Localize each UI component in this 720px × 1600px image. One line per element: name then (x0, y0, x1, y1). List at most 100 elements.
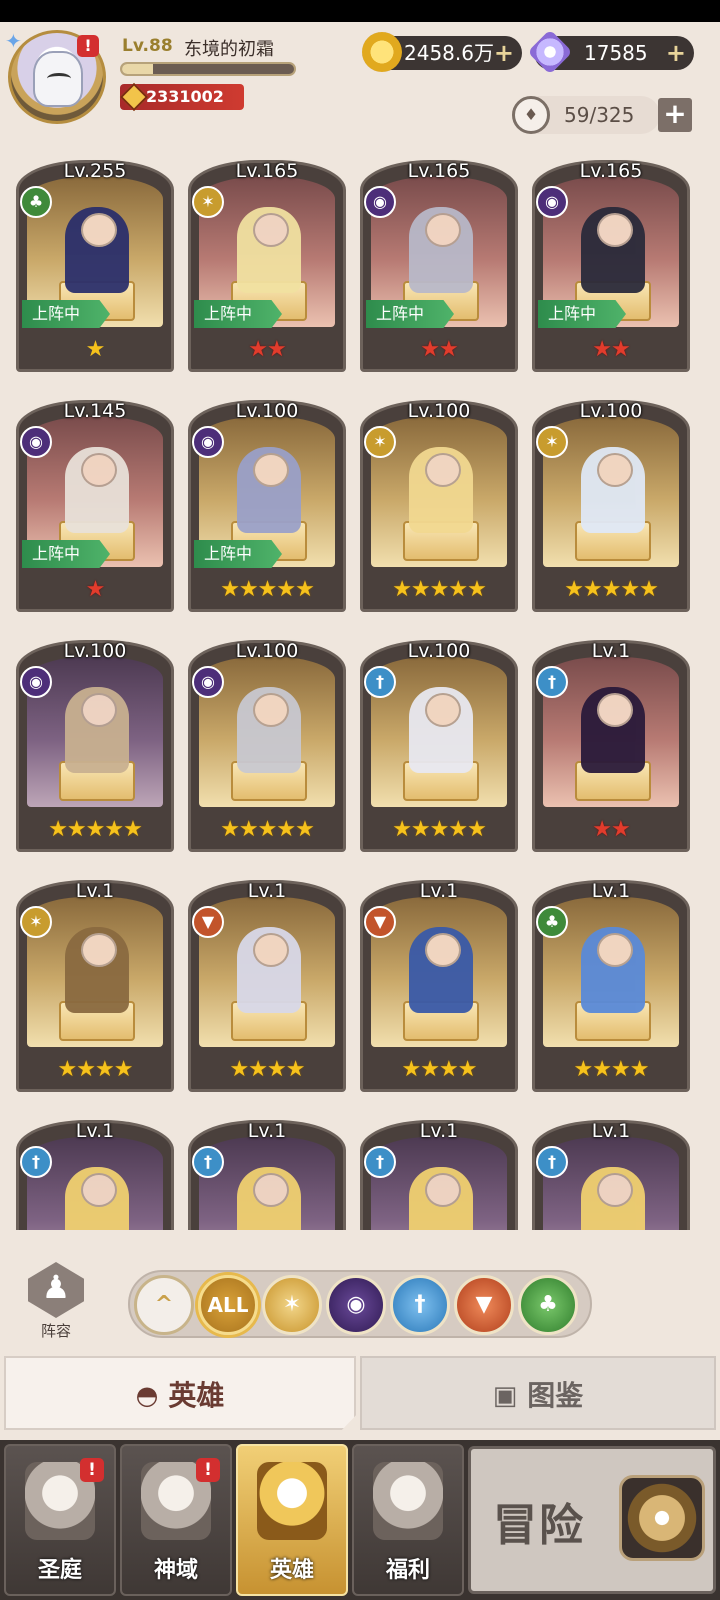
hero-card[interactable]: Lv.1 † (16, 1110, 174, 1230)
nav-sanctuary-label: 圣庭 (37, 1558, 82, 1583)
knight-helmet-icon (257, 1462, 327, 1540)
hero-card[interactable]: Lv.100 ◉ 上阵中 ★★★★★ (188, 390, 346, 612)
hero-level: Lv.165 (579, 160, 643, 182)
hero-card[interactable]: Lv.1 ♣ ★★★★ (532, 870, 690, 1092)
hero-star-rating: ★★ (420, 337, 458, 362)
tab-codex[interactable]: ▣ 图鉴 (360, 1356, 716, 1430)
hero-card[interactable]: Lv.255 ♣ 上阵中 ★ (16, 150, 174, 372)
hero-card[interactable]: Lv.100 † ★★★★★ (360, 630, 518, 852)
deployed-badge: 上阵中 (22, 300, 110, 328)
chess-pawn-icon (28, 1262, 84, 1318)
dark-eye-icon: ◉ (20, 426, 52, 458)
nav-heroes[interactable]: 英雄 (236, 1444, 348, 1596)
deployed-badge: 上阵中 (22, 540, 110, 568)
book-star-icon: ▣ (492, 1381, 518, 1411)
tab-heroes[interactable]: ◓ 英雄 (4, 1356, 356, 1430)
hero-star-rating: ★★ (592, 817, 630, 842)
hero-card[interactable]: Lv.165 ◉ 上阵中 ★★ (532, 150, 690, 372)
deployed-badge: 上阵中 (538, 300, 626, 328)
deployed-badge: 上阵中 (194, 300, 282, 328)
hero-card[interactable]: Lv.1 ▼ ★★★★ (360, 870, 518, 1092)
hero-level: Lv.1 (419, 1120, 459, 1142)
gold-currency[interactable]: 2458.6万 + (362, 32, 522, 72)
hero-sprite (237, 207, 301, 293)
filter-beast-icon[interactable]: ▼ (454, 1275, 514, 1335)
hero-card[interactable]: Lv.100 ◉ ★★★★★ (16, 630, 174, 852)
hero-star-rating: ★★★★ (401, 1057, 478, 1082)
hero-card[interactable]: Lv.1 † (532, 1110, 690, 1230)
hero-level: Lv.165 (407, 160, 471, 182)
hero-sprite (65, 927, 129, 1013)
hero-sprite (65, 1167, 129, 1230)
filter-all-button[interactable]: ALL (198, 1275, 258, 1335)
holy-star-icon: ✶ (536, 426, 568, 458)
combat-power: 2331002 (119, 82, 244, 112)
gold-amount: 2458.6万 (404, 41, 494, 65)
expand-capacity-button[interactable]: + (658, 98, 692, 132)
nav-welfare-label: 福利 (385, 1558, 430, 1583)
hero-sprite (409, 207, 473, 293)
ice-sword-icon: † (536, 1146, 568, 1178)
tab-codex-label: 图鉴 (527, 1379, 584, 1412)
hero-card[interactable]: Lv.100 ✶ ★★★★★ (360, 390, 518, 612)
gem-amount: 17585 (584, 41, 648, 65)
gem-currency[interactable]: 17585 + (527, 29, 694, 75)
filter-dark-icon[interactable]: ◉ (326, 1275, 386, 1335)
power-icon (119, 82, 149, 112)
hero-star-rating: ★★★★★ (220, 577, 315, 602)
team-formation-label: 阵容 (40, 1322, 71, 1340)
hero-level: Lv.1 (419, 880, 459, 902)
hero-card[interactable]: Lv.1 † (188, 1110, 346, 1230)
hero-sprite (409, 1167, 473, 1230)
ice-sword-icon: † (536, 666, 568, 698)
avatar-portrait (33, 51, 83, 107)
hero-card[interactable]: Lv.1 † (360, 1110, 518, 1230)
hero-star-rating: ★ (85, 337, 106, 362)
hero-level: Lv.1 (247, 880, 287, 902)
player-avatar[interactable]: ✦ ! (5, 29, 106, 124)
hero-card[interactable]: Lv.1 † ★★ (532, 630, 690, 852)
nav-welfare[interactable]: 福利 (352, 1444, 464, 1596)
hero-card[interactable]: Lv.1 ▼ ★★★★ (188, 870, 346, 1092)
compass-icon (619, 1475, 705, 1561)
add-gem-button[interactable]: + (666, 36, 686, 70)
hero-capacity: ♦ 59/325 (512, 96, 660, 134)
holy-star-icon: ✶ (20, 906, 52, 938)
filter-ice-icon[interactable]: † (390, 1275, 450, 1335)
hero-card[interactable]: Lv.165 ◉ 上阵中 ★★ (360, 150, 518, 372)
hero-card[interactable]: Lv.165 ✶ 上阵中 ★★ (188, 150, 346, 372)
adventure-label: 冒险 (493, 1500, 585, 1551)
deployed-badge: 上阵中 (194, 540, 282, 568)
tab-heroes-label: 英雄 (168, 1379, 225, 1412)
hero-card[interactable]: Lv.100 ✶ ★★★★★ (532, 390, 690, 612)
hero-star-rating: ★★★★★ (48, 817, 143, 842)
hero-card[interactable]: Lv.145 ◉ 上阵中 ★ (16, 390, 174, 612)
hero-level: Lv.1 (591, 640, 631, 662)
nav-heroes-label: 英雄 (269, 1558, 314, 1583)
hero-sprite (237, 1167, 301, 1230)
wing-icon: ✦ (5, 29, 22, 53)
beast-wolf-icon: ▼ (192, 906, 224, 938)
avatar-alert-badge: ! (77, 35, 99, 57)
hero-star-rating: ★★★★ (229, 1057, 306, 1082)
faction-filter-bar: ^ ALL ✶ ◉ † ▼ ♣ (128, 1270, 592, 1338)
hero-card[interactable]: Lv.1 ✶ ★★★★ (16, 870, 174, 1092)
hero-sprite (65, 207, 129, 293)
collapse-filter-button[interactable]: ^ (134, 1275, 194, 1335)
filter-forest-icon[interactable]: ♣ (518, 1275, 578, 1335)
hero-star-rating: ★★★★★ (220, 817, 315, 842)
forest-tree-icon: ♣ (536, 906, 568, 938)
dark-eye-icon: ◉ (20, 666, 52, 698)
filter-holy-icon[interactable]: ✶ (262, 1275, 322, 1335)
hero-level: Lv.255 (63, 160, 127, 182)
hero-card[interactable]: Lv.100 ◉ ★★★★★ (188, 630, 346, 852)
team-formation-button[interactable]: 阵容 (24, 1262, 88, 1344)
adventure-button[interactable]: 冒险 (468, 1446, 716, 1594)
nav-divine-realm[interactable]: ! 神域 (120, 1444, 232, 1596)
ice-sword-icon: † (364, 666, 396, 698)
hero-sprite (581, 447, 645, 533)
hero-sprite (237, 927, 301, 1013)
hero-star-rating: ★★★★★ (392, 817, 487, 842)
nav-sanctuary[interactable]: ! 圣庭 (4, 1444, 116, 1596)
add-gold-button[interactable]: + (494, 36, 514, 70)
